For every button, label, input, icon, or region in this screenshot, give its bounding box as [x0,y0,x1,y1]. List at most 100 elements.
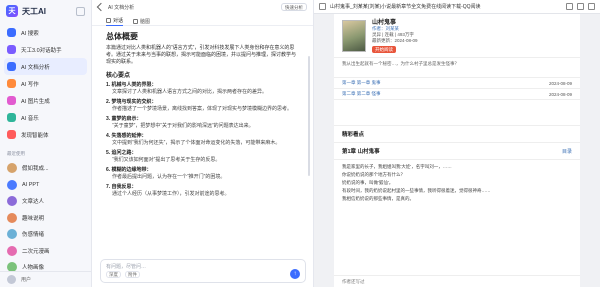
analysis-content[interactable]: 总体概要 本篇通过对比人类和机器人的“语言方式”，引发对科技发展下人类身份和存在… [92,26,313,262]
agent-list: 假如我成... AI PPT 文章达人 趣味说明 伤感情绪 二次元漫画 人物画像 [0,160,91,276]
recent-agent-item[interactable]: AI PPT [0,177,91,194]
nav-label: AI 图片生成 [21,98,50,105]
web-page[interactable]: 山村鬼事 作者：刘某某 灵异 | 连载 | 493万字 最新更新：2024-08… [334,14,580,287]
sidebar-nav-item[interactable]: AI 文档分析 [4,58,87,75]
chapter-list: 第一章 第一章 鬼事 2024-08-09 第二章 第二章 怪事 2024-08-09 [334,78,580,100]
recent-agent-item[interactable]: 趣味说明 [0,210,91,227]
key-point-text: 通过个人经历（从事梦境工作），引发对前途的思考。 [112,191,230,197]
nav-label: AI 文档分析 [21,64,50,71]
nav-label: 发现智能体 [21,132,49,139]
key-point-text: 文章探讨了人类和机器人语言方式之间的对比，揭示两者存在的差异。 [112,89,268,95]
agent-label: 伤感情绪 [22,232,45,239]
key-point-text: 作者描述了一个梦境场景，离线找到答案，体现了对现实与梦境模糊边界的思考。 [112,106,293,112]
attach-button[interactable]: 附件 [125,270,140,278]
key-point-title: 3. 童梦的启示： [106,116,142,122]
chapter-paragraph: 我是家里的长子，我姐姐叫我'大娃'，名字叫刘一，…… [342,164,452,169]
nav-icon [7,62,16,71]
sidebar-nav-item[interactable]: AI 图片生成 [4,92,87,109]
sidebar-nav-item[interactable]: 发现智能体 [4,126,87,143]
agent-label: 趣味说明 [22,215,45,222]
summary-text: 本篇通过对比人类和机器人的“语言方式”，引发对科技发展下人类身份和存在意义的思考… [106,45,297,65]
web-preview-panel: 山村鬼事_刘某某(刘某)小说最新章节全文免费在线阅读下载-QQ阅读 山村鬼事 作… [314,0,600,287]
book-cover-image[interactable] [342,20,366,52]
sidebar-nav-item[interactable]: AI 写作 [4,75,87,92]
quick-analysis-button[interactable]: 快速分析 [281,3,307,11]
recent-agent-item[interactable]: 文章达人 [0,193,91,210]
page-icon [319,3,326,10]
nav-label: AI 写作 [21,81,39,88]
sidebar: 天 天工AI AI 搜索天工3.0对话助手 AI 文档分析 AI 写作 AI 图片生成… [0,0,92,287]
open-external-icon[interactable] [577,3,584,10]
agent-avatar [7,179,17,190]
user-avatar [7,275,16,284]
main-nav: AI 搜索天工3.0对话助手 AI 文档分析 AI 写作 AI 图片生成 AI 音乐发现… [0,22,91,145]
chat-tabs: 对话 脑图 [92,14,313,26]
back-icon[interactable] [96,2,106,12]
chapter-link[interactable]: 第一章 第一章 鬼事 [342,80,381,86]
close-icon[interactable] [588,3,595,10]
page-footer: 作者还写过 [334,275,580,287]
recent-agent-item[interactable]: 假如我成... [0,160,91,177]
agent-label: 文章达人 [22,199,45,206]
user-name: 用户 [21,277,32,283]
chat-panel: AI 文档分析 快速分析 对话 脑图 总体概要 本篇通过对比人类和机器人的“语言… [92,0,314,287]
tab-mindmap[interactable]: 脑图 [133,16,150,26]
key-point-text: 文中提到“我们为何还失”，揭示了个体面对命运变化的失落，可能带来麻木。 [112,140,281,146]
nav-label: 天工3.0对话助手 [21,47,62,54]
chapter-paragraph: 有段时间，我的奶奶说起村里的一些事情，我听得很着迷，觉得很神奇…… [342,188,491,193]
sidebar-nav-item[interactable]: 天工3.0对话助手 [4,41,87,58]
agent-label: 假如我成... [22,166,49,173]
chapter-list-row[interactable]: 第一章 第一章 鬼事 2024-08-09 [334,78,580,89]
collapse-sidebar-icon[interactable] [76,6,85,16]
scrollbar[interactable] [308,56,310,176]
agent-avatar [7,212,17,223]
nav-icon [7,28,16,37]
deep-mode-toggle[interactable]: 深度 [106,270,121,278]
key-point-title: 7. 自我反思： [106,184,137,190]
key-point-text: “我们又该如何面对”提出了思考关于生存的反思。 [112,157,221,163]
key-point-text: 作者最后提出问题，认为存在一个“推开门”的困境。 [112,174,226,180]
chapter-link[interactable]: 第二章 第二章 怪事 [342,91,381,97]
agent-avatar [7,229,17,240]
chapter-header: 第1章 山村鬼事 目录 [334,143,580,160]
nav-icon [7,96,16,105]
chapter-paragraph: 我相信奶奶说的那些事情，是真的。 [342,196,414,201]
sidebar-nav-item[interactable]: AI 音乐 [4,109,87,126]
sidebar-nav-item[interactable]: AI 搜索 [4,24,87,41]
app-name: 天工AI [22,6,46,16]
tab-dialog[interactable]: 对话 [106,16,124,26]
key-point-title: 2. 梦境与现实的交织： [106,99,157,105]
nav-icon [7,45,16,54]
summary-title: 总体概要 [106,32,138,41]
recent-agent-item[interactable]: 伤感情绪 [0,226,91,243]
recent-section-label: 最近使用 [7,151,25,156]
composer-toolbar: 深度 附件 ↑ [106,269,300,279]
agent-label: AI PPT [22,181,40,188]
refresh-icon[interactable] [566,3,573,10]
chat-header: AI 文档分析 快速分析 [92,0,313,14]
app-logo[interactable]: 天 天工AI [0,0,91,22]
agent-avatar [7,163,17,174]
user-profile[interactable]: 用户 [0,271,92,287]
nav-label: AI 搜索 [21,30,39,37]
points-title: 核心要点 [106,73,131,79]
chapter-paragraph: 你说奶奶说的那个地方有什么？ [342,172,405,177]
recent-agent-item[interactable]: 二次元漫画 [0,243,91,260]
chapter-list-row[interactable]: 第二章 第二章 怪事 2024-08-09 [334,89,580,100]
toc-link[interactable]: 目录 [562,148,572,155]
key-point-title: 1. 机械与人类的界限： [106,82,157,88]
agent-label: 二次元漫画 [22,248,50,255]
key-point-title: 4. 失落感的延伸： [106,133,147,139]
chat-composer[interactable]: 有问题，尽管问… 深度 附件 ↑ [100,259,306,283]
agent-avatar [7,245,17,256]
logo-icon: 天 [6,5,18,17]
highlights-title: 精彩看点 [334,126,580,143]
start-reading-button[interactable]: 开始阅读 [372,46,396,53]
chapter-title: 第1章 山村鬼事 [342,149,380,155]
send-button[interactable]: ↑ [290,269,300,279]
mindmap-icon [133,18,139,24]
chat-icon [106,18,111,23]
web-tab-title: 山村鬼事_刘某某(刘某)小说最新章节全文免费在线阅读下载-QQ阅读 [330,4,481,10]
nav-label: AI 音乐 [21,115,39,122]
book-update: 最新更新：2024-08-09 [372,38,418,43]
